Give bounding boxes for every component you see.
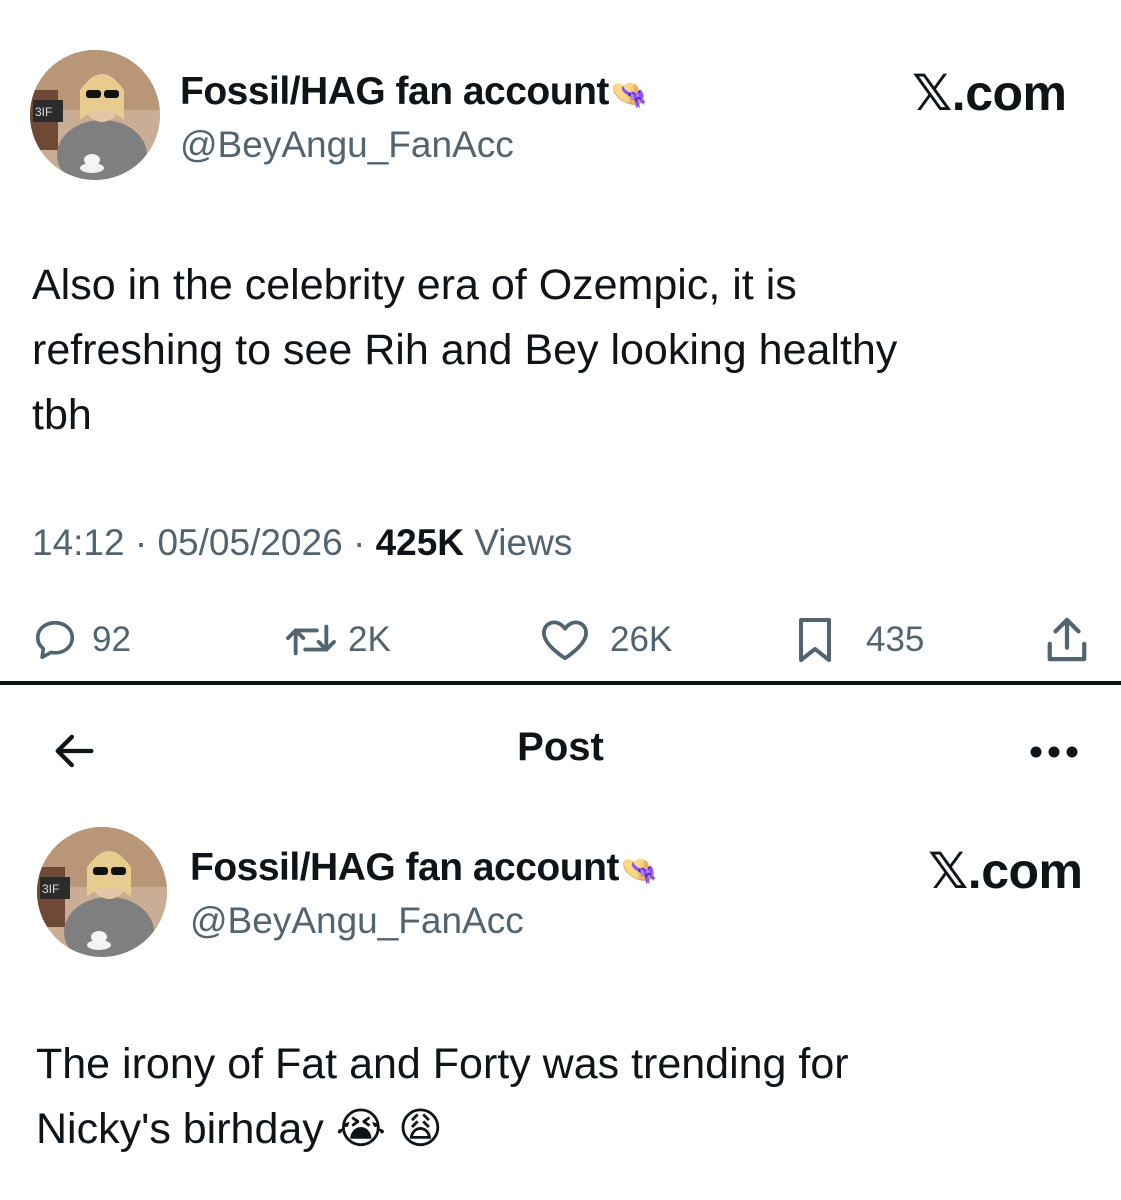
- display-name-text: Fossil/HAG fan account: [190, 846, 619, 889]
- meta-separator: ·: [134, 522, 148, 563]
- like-count: 26K: [610, 620, 673, 659]
- loudly-crying-face-emoji-icon: 😭: [335, 1104, 386, 1154]
- post-header-bar: Post: [0, 685, 1121, 825]
- action-bar: 92 2K 26K 435: [0, 610, 1121, 670]
- tweet-text-line: Nicky's birhday 😭 😩: [36, 1097, 849, 1162]
- brand-suffix: .com: [967, 843, 1083, 899]
- avatar[interactable]: 3IF: [30, 50, 160, 180]
- user-handle[interactable]: @BeyAngu_FanAcc: [180, 124, 514, 166]
- share-button[interactable]: [1044, 610, 1090, 670]
- bookmark-count: 435: [866, 620, 925, 659]
- repost-button[interactable]: 2K: [284, 610, 391, 670]
- tweet-date[interactable]: 05/05/2026: [157, 522, 342, 563]
- tweet-time[interactable]: 14:12: [32, 522, 125, 563]
- repost-count: 2K: [348, 620, 391, 659]
- tweet-text: The irony of Fat and Forty was trending …: [36, 1032, 849, 1162]
- reply-count: 92: [92, 620, 131, 659]
- user-handle[interactable]: @BeyAngu_FanAcc: [190, 900, 524, 942]
- brand-watermark: 𝕏.com: [928, 842, 1083, 900]
- tweet-text-line: Also in the celebrity era of Ozempic, it…: [32, 261, 797, 309]
- like-button[interactable]: 26K: [540, 610, 672, 670]
- share-upload-icon: [1047, 617, 1087, 662]
- speech-bubble-icon: [35, 620, 75, 660]
- x-logo-icon: 𝕏: [912, 64, 952, 122]
- avatar-photo: 3IF: [30, 50, 160, 180]
- svg-text:3IF: 3IF: [35, 105, 52, 119]
- bookmark-icon: [799, 618, 831, 662]
- tweet-text-line: The irony of Fat and Forty was trending …: [36, 1040, 849, 1088]
- hat-emoji-icon: 👒: [610, 77, 648, 112]
- tweet-card-2: Post 3IF Fossil/HAG fan account👒 @BeyAng…: [0, 685, 1121, 1200]
- tweet-card-1: 3IF Fossil/HAG fan account👒 @BeyAngu_Fan…: [0, 0, 1121, 683]
- repost-arrows-icon: [286, 624, 336, 656]
- avatar[interactable]: 3IF: [37, 827, 167, 957]
- x-logo-icon: 𝕏: [928, 842, 968, 900]
- display-name[interactable]: Fossil/HAG fan account👒: [190, 846, 658, 890]
- display-name[interactable]: Fossil/HAG fan account👒: [180, 70, 648, 114]
- brand-watermark: 𝕏.com: [912, 64, 1067, 122]
- hat-emoji-icon: 👒: [620, 853, 658, 888]
- meta-separator: ·: [352, 522, 366, 563]
- tweet-text-line: tbh: [32, 391, 92, 439]
- tweet-text-fragment: Nicky's birhday: [36, 1105, 324, 1153]
- heart-icon: [542, 620, 588, 661]
- more-options-button[interactable]: [1026, 737, 1082, 767]
- bookmark-button[interactable]: 435: [794, 610, 924, 670]
- reply-button[interactable]: 92: [32, 610, 131, 670]
- page-title: Post: [517, 725, 604, 769]
- tweet-meta: 14:12 · 05/05/2026 · 425K Views: [32, 522, 572, 564]
- weary-face-emoji-icon: 😩: [397, 1104, 443, 1154]
- tweet-text: Also in the celebrity era of Ozempic, it…: [32, 253, 897, 448]
- views-count: 425K: [375, 522, 465, 563]
- svg-text:3IF: 3IF: [42, 882, 59, 896]
- tweet-text-line: refreshing to see Rih and Bey looking he…: [32, 326, 898, 374]
- avatar-photo: 3IF: [37, 827, 167, 957]
- views-label: Views: [474, 522, 573, 563]
- brand-suffix: .com: [951, 65, 1067, 121]
- more-dots-icon: [1030, 746, 1078, 758]
- display-name-text: Fossil/HAG fan account: [180, 70, 609, 113]
